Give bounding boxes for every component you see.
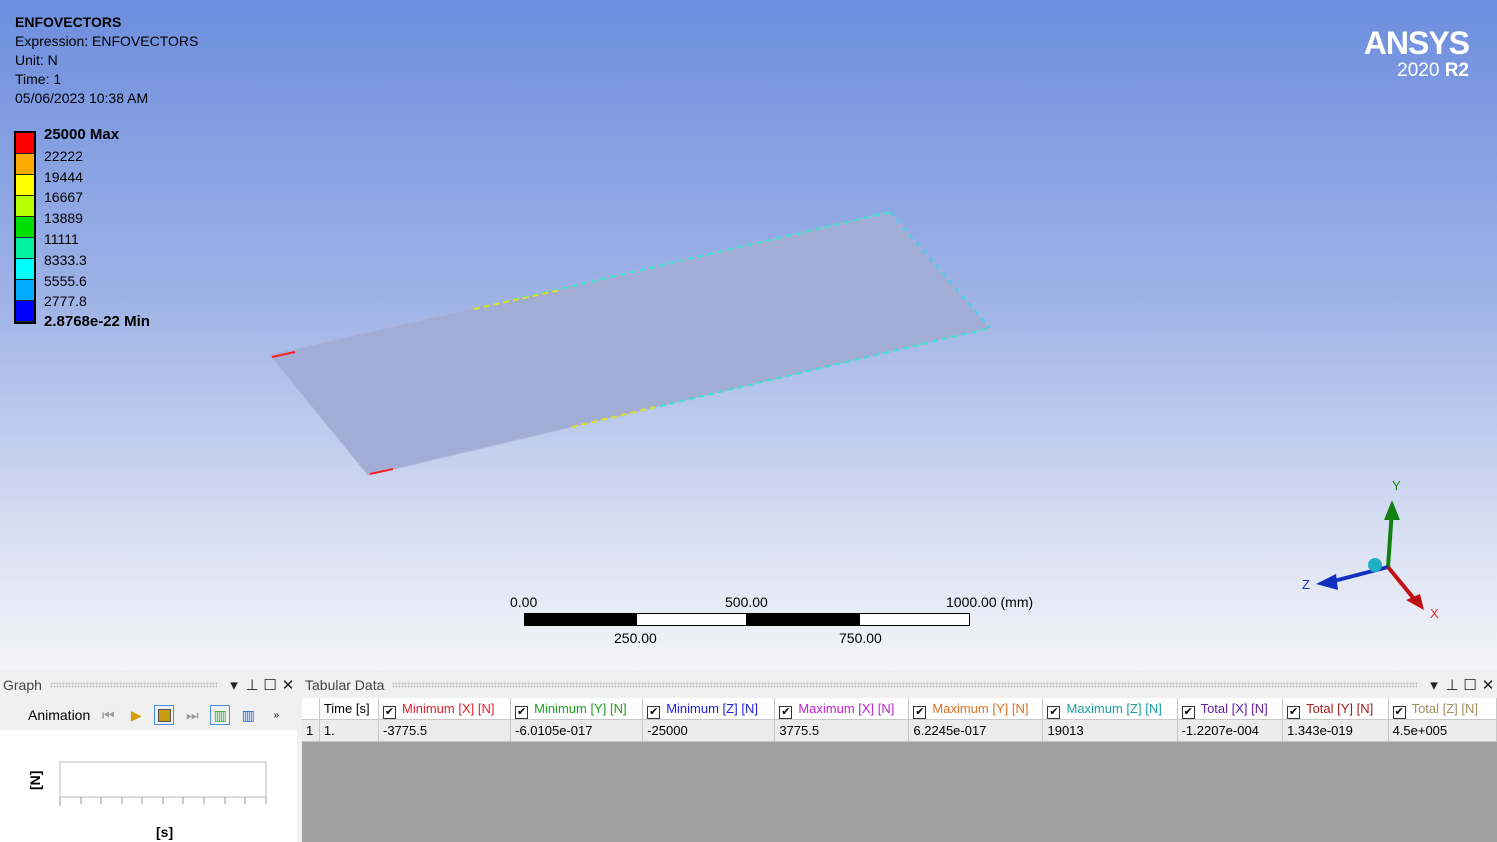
- graph-plot-area: [59, 761, 267, 798]
- graphics-viewport[interactable]: ENFOVECTORS Expression: ENFOVECTORS Unit…: [0, 0, 1497, 670]
- tabular-panel-header: Tabular Data ▾ ⊥ ☐ ✕: [302, 670, 1497, 700]
- column-label: Minimum [Z] [N]: [666, 701, 758, 716]
- dropdown-icon[interactable]: ▾: [1425, 676, 1443, 694]
- scale-label: 750.00: [839, 630, 882, 646]
- result-frames-icon[interactable]: ▥: [238, 705, 258, 725]
- column-header[interactable]: ✔ Total [Z] [N]: [1388, 698, 1497, 720]
- pin-icon[interactable]: ⊥: [1443, 676, 1461, 694]
- tabular-data-table: Time [s] ✔ Minimum [X] [N] ✔ Minimum [Y] [N]…: [302, 698, 1497, 842]
- column-label: Minimum [X] [N]: [402, 701, 495, 716]
- dropdown-icon[interactable]: ▾: [225, 676, 243, 694]
- column-label: Total [Z] [N]: [1411, 701, 1479, 716]
- column-checkbox[interactable]: ✔: [913, 706, 927, 719]
- column-label: Time [s]: [323, 701, 370, 716]
- close-icon[interactable]: ✕: [1479, 676, 1497, 694]
- table-row[interactable]: 1 1. -3775.5 -6.0105e-017 -25000 3775.5 6.2245…: [302, 720, 1497, 742]
- column-checkbox[interactable]: ✔: [1287, 706, 1301, 719]
- triad-x-label: X: [1430, 606, 1439, 621]
- maximize-icon[interactable]: ☐: [1461, 676, 1479, 694]
- row-index: 1: [302, 720, 320, 742]
- graph-y-label: [N]: [27, 771, 43, 790]
- table-cell: -25000: [643, 720, 776, 742]
- column-header[interactable]: ✔ Maximum [X] [N]: [775, 698, 910, 720]
- column-header[interactable]: Time [s]: [319, 698, 379, 720]
- scale-label: 500.00: [725, 594, 768, 610]
- column-checkbox[interactable]: ✔: [779, 706, 793, 719]
- axis-triad: Y Z X: [1302, 478, 1439, 621]
- pin-icon[interactable]: ⊥: [243, 676, 261, 694]
- scale-label: 1000.00 (mm): [946, 594, 1034, 610]
- column-header[interactable]: ✔ Total [Y] [N]: [1283, 698, 1389, 720]
- triad-y-label: Y: [1392, 478, 1401, 493]
- table-cell: 19013: [1043, 720, 1178, 742]
- column-header[interactable]: ✔ Total [X] [N]: [1177, 698, 1284, 720]
- row-header-corner: [302, 698, 320, 720]
- play-icon[interactable]: ▶: [126, 705, 146, 725]
- column-checkbox[interactable]: ✔: [1047, 706, 1061, 719]
- graph-ticks: [59, 797, 267, 806]
- plate-surface: [269, 211, 991, 476]
- model-view: Y Z X: [269, 211, 1439, 621]
- close-icon[interactable]: ✕: [279, 676, 297, 694]
- scale-label: 250.00: [614, 630, 657, 646]
- tabular-panel-title: Tabular Data: [305, 677, 385, 693]
- column-header[interactable]: ✔ Minimum [X] [N]: [379, 698, 512, 720]
- scale-segment: [859, 613, 970, 626]
- column-label: Maximum [X] [N]: [798, 701, 895, 716]
- table-cell: 6.2245e-017: [909, 720, 1044, 742]
- column-label: Minimum [Y] [N]: [534, 701, 627, 716]
- column-checkbox[interactable]: ✔: [1392, 706, 1406, 719]
- table-cell: -3775.5: [379, 720, 512, 742]
- column-header[interactable]: ✔ Minimum [Z] [N]: [643, 698, 776, 720]
- previous-frame-icon[interactable]: ⏮: [98, 705, 118, 725]
- table-cell: -6.0105e-017: [511, 720, 644, 742]
- column-header[interactable]: ✔ Maximum [Z] [N]: [1043, 698, 1178, 720]
- graph-x-label: [s]: [156, 824, 173, 840]
- scale-bar: 0.00 500.00 1000.00 (mm) 250.00 750.00: [500, 594, 1060, 654]
- column-checkbox[interactable]: ✔: [647, 706, 661, 719]
- table-cell: 3775.5: [775, 720, 910, 742]
- animation-toolbar: Animation ⏮ ▶ ⏭ ▥ ▥ »: [0, 700, 297, 730]
- scale-segment: [524, 613, 636, 626]
- table-header-row: Time [s] ✔ Minimum [X] [N] ✔ Minimum [Y] [N]…: [302, 698, 1497, 720]
- more-options-icon[interactable]: »: [266, 705, 286, 725]
- column-label: Total [Y] [N]: [1306, 701, 1374, 716]
- scale-segment: [747, 613, 859, 626]
- graph-panel-header: Graph ▾ ⊥ ☐ ✕: [0, 670, 297, 700]
- table-cell: 4.5e+005: [1388, 720, 1497, 742]
- column-checkbox[interactable]: ✔: [1181, 706, 1195, 719]
- column-label: Maximum [Z] [N]: [1066, 701, 1162, 716]
- column-label: Total [X] [N]: [1200, 701, 1268, 716]
- column-header[interactable]: ✔ Minimum [Y] [N]: [511, 698, 644, 720]
- next-frame-icon[interactable]: ⏭: [182, 705, 202, 725]
- animation-label: Animation: [28, 707, 91, 723]
- column-checkbox[interactable]: ✔: [383, 706, 396, 719]
- triad-z-label: Z: [1302, 577, 1310, 592]
- column-checkbox[interactable]: ✔: [515, 706, 529, 719]
- table-cell: 1.343e-019: [1283, 720, 1389, 742]
- column-header[interactable]: ✔ Maximum [Y] [N]: [909, 698, 1044, 720]
- scale-segment: [636, 613, 747, 626]
- column-label: Maximum [Y] [N]: [932, 701, 1029, 716]
- table-cell: -1.2207e-004: [1177, 720, 1284, 742]
- table-cell: 1.: [319, 720, 379, 742]
- distributed-frames-icon[interactable]: ▥: [210, 705, 231, 725]
- maximize-icon[interactable]: ☐: [261, 676, 279, 694]
- graph-panel-title: Graph: [3, 677, 42, 693]
- scale-label: 0.00: [510, 594, 538, 610]
- stop-icon[interactable]: [154, 705, 175, 725]
